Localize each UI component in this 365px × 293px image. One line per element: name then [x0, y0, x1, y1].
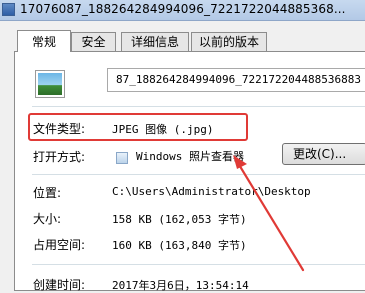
tab-general[interactable]: 常规	[17, 30, 71, 52]
